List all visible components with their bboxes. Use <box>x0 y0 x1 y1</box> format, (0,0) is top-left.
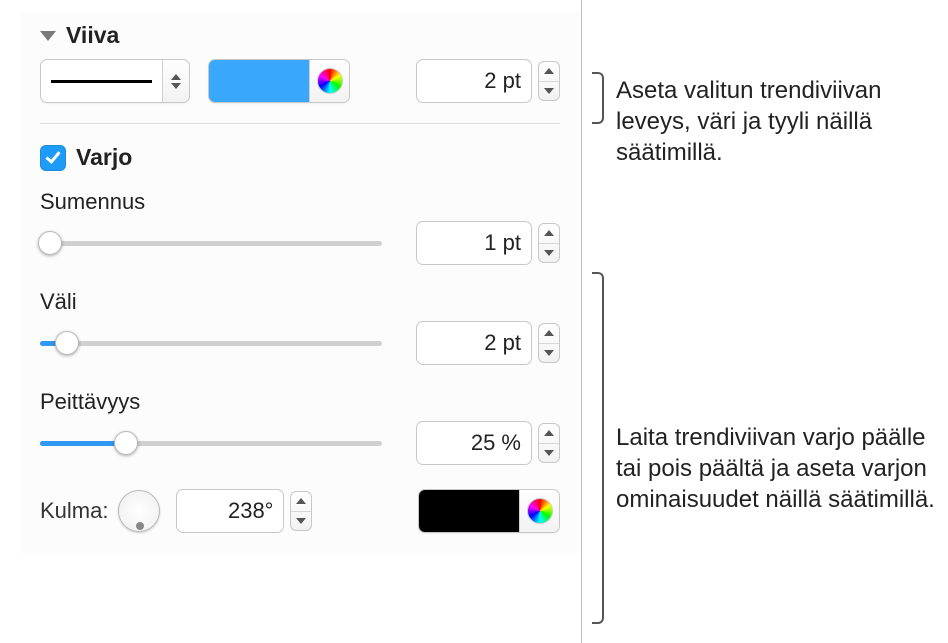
opacity-slider[interactable] <box>40 429 382 457</box>
offset-label: Väli <box>40 289 560 315</box>
blur-group: Sumennus 1 pt <box>40 189 560 265</box>
annotation-line: Aseta valitun trendiviivan leveys, väri … <box>616 75 926 169</box>
shadow-color-swatch[interactable] <box>419 490 519 532</box>
opacity-group: Peittävyys 25 % <box>40 389 560 465</box>
chevron-down-icon <box>544 88 554 94</box>
divider <box>40 123 560 124</box>
disclosure-triangle-icon <box>40 31 56 41</box>
shadow-color-well[interactable] <box>418 489 560 533</box>
color-wheel-icon <box>317 68 343 94</box>
offset-stepper[interactable] <box>538 323 560 363</box>
blur-label: Sumennus <box>40 189 560 215</box>
line-controls-row: 2 pt <box>40 59 560 103</box>
chevron-down-icon <box>296 518 306 524</box>
offset-input[interactable]: 2 pt <box>416 321 532 365</box>
offset-slider[interactable] <box>40 329 382 357</box>
checkmark-icon <box>45 148 60 164</box>
blur-slider[interactable] <box>40 229 382 257</box>
slider-thumb[interactable] <box>55 331 79 355</box>
color-picker-button[interactable] <box>519 490 559 532</box>
line-title: Viiva <box>66 22 119 49</box>
color-picker-button[interactable] <box>309 60 349 102</box>
chevron-down-icon <box>544 350 554 356</box>
chevron-up-icon <box>296 498 306 504</box>
angle-stepper[interactable] <box>290 491 312 531</box>
line-width-field: 2 pt <box>416 59 560 103</box>
angle-input[interactable]: 238° <box>176 489 284 533</box>
opacity-stepper[interactable] <box>538 423 560 463</box>
line-color-swatch[interactable] <box>209 60 309 102</box>
blur-input[interactable]: 1 pt <box>416 221 532 265</box>
chevron-down-icon <box>544 250 554 256</box>
slider-thumb[interactable] <box>114 431 138 455</box>
offset-group: Väli 2 pt <box>40 289 560 365</box>
color-wheel-icon <box>527 498 553 524</box>
line-width-stepper[interactable] <box>538 61 560 101</box>
opacity-input[interactable]: 25 % <box>416 421 532 465</box>
inspector-panel: Viiva 2 pt Varjo Sum <box>20 12 580 553</box>
chevron-up-icon <box>544 330 554 336</box>
angle-label: Kulma: <box>40 498 108 524</box>
popup-arrows-icon <box>162 60 189 102</box>
chevron-up-icon <box>544 68 554 74</box>
line-section-header[interactable]: Viiva <box>40 22 560 49</box>
line-color-well[interactable] <box>208 59 350 103</box>
shadow-checkbox[interactable] <box>40 145 66 171</box>
callout-bracket <box>592 72 604 124</box>
shadow-label: Varjo <box>76 144 132 171</box>
angle-row: Kulma: 238° <box>40 489 560 533</box>
chevron-up-icon <box>544 230 554 236</box>
annotation-shadow: Laita trendiviivan varjo päälle tai pois… <box>616 422 936 516</box>
callout-bracket <box>592 272 604 624</box>
blur-stepper[interactable] <box>538 223 560 263</box>
slider-thumb[interactable] <box>38 231 62 255</box>
opacity-label: Peittävyys <box>40 389 560 415</box>
line-width-input[interactable]: 2 pt <box>416 59 532 103</box>
line-style-preview <box>51 80 152 83</box>
panel-divider <box>581 0 582 643</box>
angle-dial[interactable] <box>118 490 160 532</box>
chevron-down-icon <box>544 450 554 456</box>
chevron-up-icon <box>544 430 554 436</box>
line-style-popup[interactable] <box>40 59 190 103</box>
angle-indicator-icon <box>136 522 144 530</box>
shadow-toggle-row: Varjo <box>40 144 560 171</box>
